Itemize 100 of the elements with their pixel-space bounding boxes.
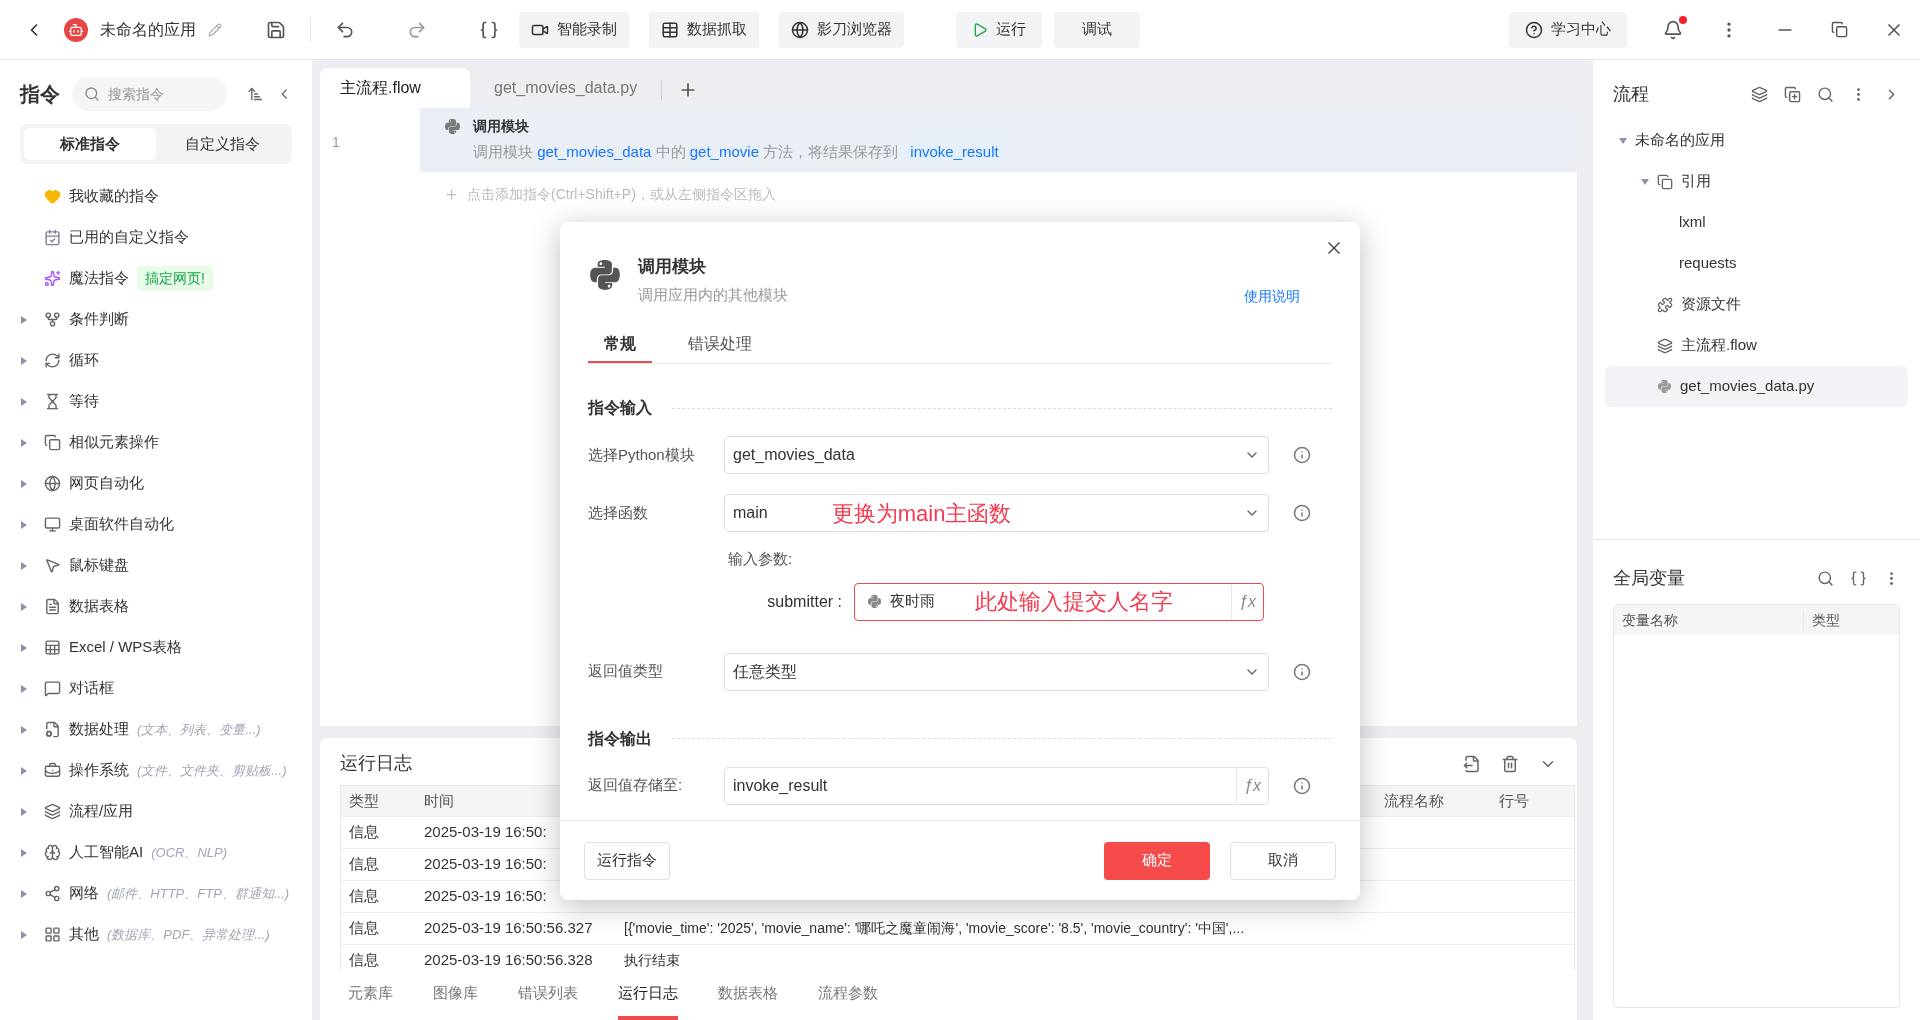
- undo-icon[interactable]: [335, 19, 355, 40]
- sidebar-item[interactable]: 数据处理 (文本、列表、变量...): [20, 709, 292, 750]
- bottom-tab[interactable]: 图像库: [433, 970, 478, 1020]
- sidebar-item[interactable]: 人工智能AI (OCR、NLP): [20, 832, 292, 873]
- sidebar-item[interactable]: 操作系统 (文件、文件夹、剪贴板...): [20, 750, 292, 791]
- trash-icon[interactable]: [1501, 754, 1519, 773]
- editor-tab[interactable]: 主流程.flow: [320, 68, 470, 108]
- bottom-tab[interactable]: 流程参数: [818, 970, 878, 1020]
- confirm-button[interactable]: 确定: [1104, 841, 1210, 880]
- expand-icon[interactable]: [20, 643, 28, 652]
- pointer-icon: [44, 557, 61, 574]
- expand-icon[interactable]: [20, 930, 28, 939]
- bottom-tab[interactable]: 错误列表: [518, 970, 578, 1020]
- bottom-tab[interactable]: 数据表格: [718, 970, 778, 1020]
- expand-icon[interactable]: [20, 889, 28, 898]
- expand-icon[interactable]: [20, 520, 28, 529]
- sidebar-item[interactable]: Excel / WPS表格: [20, 627, 292, 668]
- collapse-icon[interactable]: [1619, 136, 1627, 145]
- braces-icon[interactable]: [479, 19, 499, 40]
- tree-item[interactable]: get_movies_data.py: [1605, 366, 1908, 407]
- bottom-tab[interactable]: 元素库: [348, 970, 393, 1020]
- run-button[interactable]: 运行: [956, 11, 1042, 48]
- table-cell-text: 信息: [348, 950, 380, 971]
- sidebar-item[interactable]: 对话框: [20, 668, 292, 709]
- tree-item[interactable]: 未命名的应用: [1605, 120, 1908, 161]
- expand-icon[interactable]: [20, 725, 28, 734]
- param-field[interactable]: 夜时雨 此处输入提交人名字 ƒx: [854, 582, 1264, 621]
- expand-icon[interactable]: [20, 356, 28, 365]
- tree-item[interactable]: 引用: [1605, 161, 1908, 202]
- cancel-button[interactable]: 取消: [1230, 841, 1336, 880]
- sidebar-item[interactable]: 网络 (邮件、HTTP、FTP、群通知...): [20, 873, 292, 914]
- toolbar-button[interactable]: 影刀浏览器: [779, 11, 904, 48]
- expand-icon[interactable]: [20, 397, 28, 406]
- tree-item[interactable]: requests: [1605, 243, 1908, 284]
- dialog-tab[interactable]: 错误处理: [672, 327, 768, 363]
- notification-icon[interactable]: [1663, 19, 1683, 40]
- bottom-tab[interactable]: 运行日志: [618, 970, 678, 1020]
- column-header: 变量名称: [1614, 609, 1804, 631]
- help-link[interactable]: 使用说明: [1244, 286, 1300, 307]
- sidebar-item[interactable]: 其他 (数据库、PDF、异常处理...): [20, 914, 292, 955]
- select-field[interactable]: get_movies_data: [724, 436, 1269, 474]
- learning-center-button[interactable]: 学习中心: [1509, 11, 1627, 48]
- sidebar-item-label: 等待: [69, 391, 99, 412]
- export-icon[interactable]: [1463, 754, 1481, 773]
- tree-item[interactable]: 资源文件: [1605, 284, 1908, 325]
- section-title: 指令输入: [588, 398, 652, 418]
- expand-icon[interactable]: [20, 807, 28, 816]
- refresh-icon: [44, 352, 61, 369]
- sidebar-item[interactable]: 桌面软件自动化: [20, 504, 292, 545]
- toolbar-button[interactable]: 数据抓取: [649, 11, 759, 48]
- restore-icon[interactable]: [1831, 21, 1848, 38]
- save-icon[interactable]: [266, 19, 286, 40]
- tree-item[interactable]: 主流程.flow: [1605, 325, 1908, 366]
- info-icon[interactable]: [1293, 662, 1311, 681]
- variable-field[interactable]: invoke_result ƒx: [724, 766, 1269, 805]
- search-field[interactable]: 搜索指令: [72, 77, 227, 111]
- sidebar-title: 指令: [20, 82, 60, 107]
- expand-icon[interactable]: [20, 561, 28, 570]
- sidebar-item[interactable]: 等待: [20, 381, 292, 422]
- redo-icon[interactable]: [407, 19, 427, 40]
- tree-item[interactable]: lxml: [1605, 202, 1908, 243]
- dialog-tab[interactable]: 常规: [588, 327, 652, 363]
- sidebar-item[interactable]: 相似元素操作: [20, 422, 292, 463]
- add-module-icon[interactable]: [1784, 85, 1801, 103]
- sidebar-item[interactable]: 鼠标键盘: [20, 545, 292, 586]
- expand-icon[interactable]: [20, 848, 28, 857]
- table-cell: 2025-03-19 16:50:: [424, 823, 547, 841]
- info-icon[interactable]: [1293, 776, 1311, 795]
- expand-icon[interactable]: [20, 315, 28, 324]
- formula-button[interactable]: ƒx: [1236, 767, 1268, 804]
- sidebar-item[interactable]: 流程/应用: [20, 791, 292, 832]
- select-field[interactable]: main 更换为main主函数: [724, 494, 1269, 532]
- sidebar-tab[interactable]: 自定义指令: [156, 128, 288, 160]
- flow-step[interactable]: 调用模块 调用模块 get_movies_data 中的 get_movie 方法，将结果保存到 invoke_result: [420, 108, 1577, 172]
- info-icon[interactable]: [1293, 504, 1311, 522]
- sidebar-item[interactable]: 条件判断: [20, 299, 292, 340]
- search-icon[interactable]: [1817, 85, 1834, 103]
- expand-icon[interactable]: [20, 438, 28, 447]
- sidebar-tab[interactable]: 标准指令: [24, 128, 156, 160]
- editor-tab[interactable]: get_movies_data.py: [474, 68, 658, 108]
- info-icon[interactable]: [1293, 446, 1311, 464]
- sidebar-item[interactable]: 魔法指令 搞定网页!: [20, 258, 292, 299]
- sidebar-item[interactable]: 循环: [20, 340, 292, 381]
- collapse-icon[interactable]: [1641, 177, 1649, 186]
- formula-button[interactable]: ƒx: [1231, 583, 1263, 620]
- sidebar-item[interactable]: 已用的自定义指令: [20, 217, 292, 258]
- expand-icon[interactable]: [20, 602, 28, 611]
- expand-icon[interactable]: [20, 684, 28, 693]
- toolbar-button[interactable]: 智能录制: [519, 11, 629, 48]
- expand-icon[interactable]: [20, 479, 28, 488]
- select-field[interactable]: 任意类型: [724, 652, 1269, 691]
- sidebar-item[interactable]: 网页自动化: [20, 463, 292, 504]
- search-icon[interactable]: [1817, 569, 1834, 587]
- expand-icon[interactable]: [20, 766, 28, 775]
- sidebar-item[interactable]: 数据表格: [20, 586, 292, 627]
- app-name: 未命名的应用: [100, 19, 196, 40]
- sort-icon[interactable]: [247, 85, 264, 103]
- sidebar-item[interactable]: 我收藏的指令: [20, 176, 292, 217]
- run-command-button[interactable]: 运行指令: [584, 841, 670, 880]
- debug-button[interactable]: 调试: [1054, 11, 1140, 48]
